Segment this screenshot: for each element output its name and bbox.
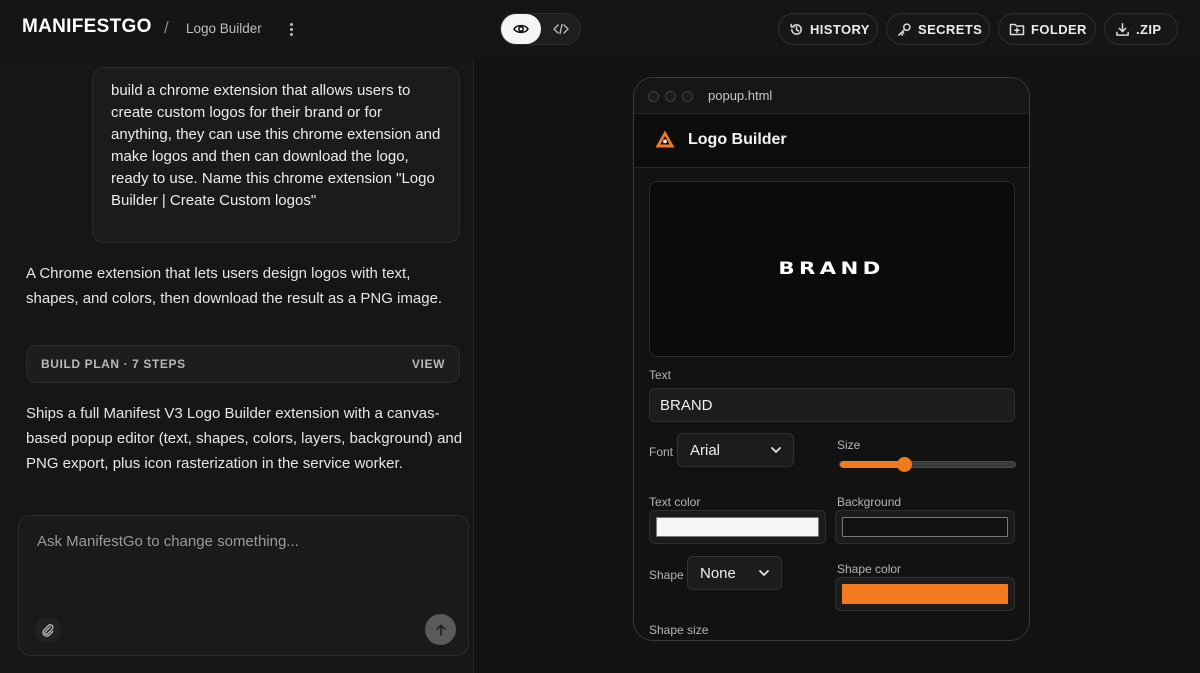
zip-label: .ZIP — [1136, 21, 1162, 37]
attach-button[interactable] — [35, 617, 61, 643]
shape-color-swatch — [842, 584, 1008, 604]
size-slider-fill — [840, 461, 904, 468]
canvas-logo-text: BRAND — [778, 259, 886, 279]
logo-text-input[interactable] — [649, 388, 1015, 422]
font-select-value: Arial — [690, 441, 721, 459]
shape-label: Shape — [649, 568, 684, 582]
more-options-icon[interactable] — [284, 20, 298, 38]
arrow-up-icon — [435, 623, 446, 636]
chevron-down-icon — [759, 570, 769, 576]
user-message: build a chrome extension that allows use… — [92, 67, 460, 243]
size-slider-handle[interactable] — [896, 457, 912, 472]
background-color-picker[interactable] — [835, 510, 1015, 544]
secrets-button[interactable]: SECRETS — [886, 13, 990, 45]
brand-logo[interactable]: MANIFESTGO — [22, 16, 152, 38]
history-icon — [790, 23, 802, 35]
app-header: Logo Builder — [634, 114, 1029, 168]
shape-color-picker[interactable] — [835, 577, 1015, 611]
text-color-swatch — [656, 517, 819, 537]
chat-composer — [18, 515, 469, 656]
text-color-label: Text color — [649, 495, 701, 509]
preview-panel: popup.html Logo Builder BRAND Text Font … — [475, 58, 1200, 673]
code-icon — [553, 23, 569, 35]
window-dot — [648, 91, 659, 102]
build-plan-bar[interactable]: BUILD PLAN · 7 STEPS VIEW — [26, 345, 460, 383]
size-slider[interactable] — [839, 457, 1016, 472]
logo-canvas[interactable]: BRAND — [649, 181, 1015, 357]
logo-builder-icon — [655, 130, 675, 148]
chevron-down-icon — [771, 447, 781, 453]
font-label: Font — [649, 445, 674, 459]
download-icon — [1116, 22, 1129, 36]
background-label: Background — [837, 495, 902, 509]
chat-panel: build a chrome extension that allows use… — [0, 58, 474, 673]
history-button[interactable]: HISTORY — [778, 13, 878, 45]
eye-icon — [513, 24, 529, 34]
popup-file-name: popup.html — [708, 88, 773, 103]
shape-select[interactable]: None — [687, 556, 782, 590]
view-toggle — [500, 13, 581, 45]
window-dot — [682, 91, 693, 102]
text-color-picker[interactable] — [649, 510, 826, 544]
chat-input[interactable] — [20, 517, 467, 607]
folder-label: FOLDER — [1031, 21, 1087, 37]
top-bar: MANIFESTGO / Logo Builder HISTORY SECRET… — [0, 0, 1200, 58]
paperclip-icon — [42, 624, 54, 637]
assistant-summary: A Chrome extension that lets users desig… — [26, 265, 443, 307]
extension-popup-preview: popup.html Logo Builder BRAND Text Font … — [633, 77, 1030, 641]
key-icon — [898, 22, 911, 36]
text-label: Text — [649, 368, 672, 382]
assistant-result: Ships a full Manifest V3 Logo Builder ex… — [26, 405, 463, 472]
build-plan-label: BUILD PLAN · 7 STEPS — [41, 357, 186, 371]
breadcrumb-separator: / — [164, 18, 169, 37]
preview-toggle-button[interactable] — [501, 14, 541, 44]
shape-size-label: Shape size — [649, 623, 709, 637]
history-label: HISTORY — [810, 21, 870, 37]
build-plan-view-button[interactable]: VIEW — [412, 357, 445, 371]
font-select[interactable]: Arial — [677, 433, 794, 467]
folder-button[interactable]: FOLDER — [998, 13, 1096, 45]
send-button[interactable] — [425, 614, 456, 645]
shape-color-label: Shape color — [837, 562, 902, 576]
shape-select-value: None — [700, 564, 736, 582]
download-zip-button[interactable]: .ZIP — [1104, 13, 1178, 45]
code-toggle-button[interactable] — [541, 14, 581, 44]
background-color-swatch — [842, 517, 1008, 537]
size-label: Size — [837, 438, 861, 452]
popup-window-bar: popup.html — [634, 78, 1029, 114]
app-title: Logo Builder — [688, 131, 787, 148]
window-dot — [665, 91, 676, 102]
secrets-label: SECRETS — [918, 21, 983, 37]
folder-icon — [1009, 23, 1025, 36]
project-name[interactable]: Logo Builder — [186, 21, 262, 36]
